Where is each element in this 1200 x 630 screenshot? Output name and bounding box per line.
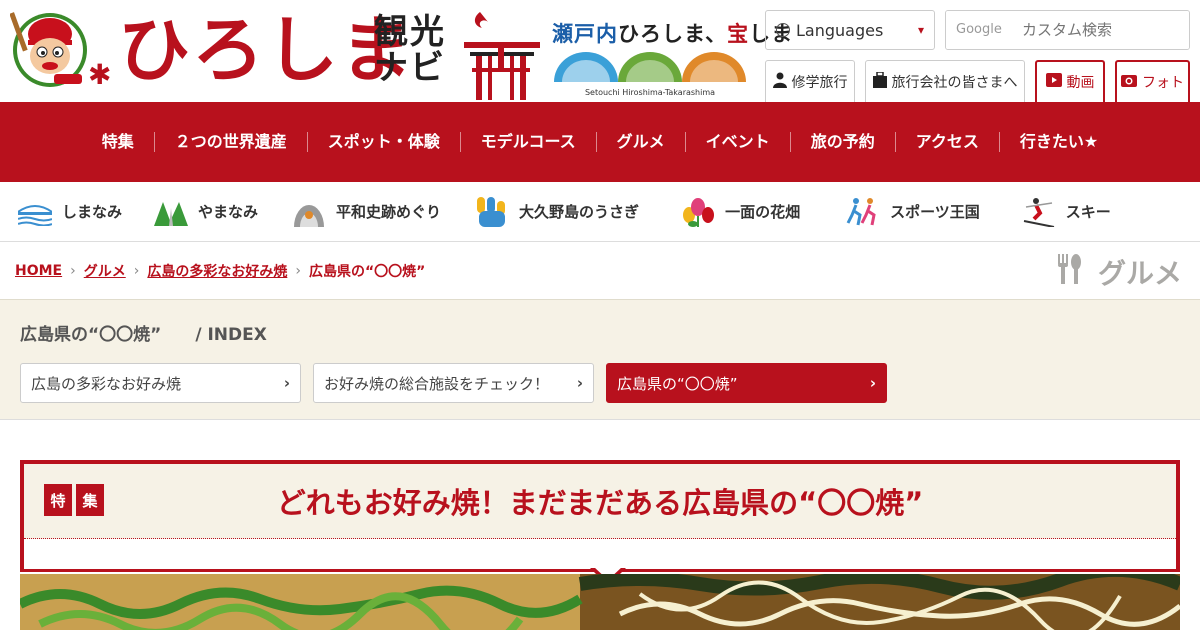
school-trip-label: 修学旅行 xyxy=(791,74,848,91)
subnav-label: スキー xyxy=(1065,203,1111,221)
breadcrumb-okonomiyaki-link[interactable]: 広島の多彩なお好み焼 xyxy=(147,261,287,281)
subnav-item-sports[interactable]: スポーツ王国 xyxy=(846,197,980,227)
breadcrumb-current: 広島県の“〇〇焼” xyxy=(308,263,426,280)
feature-divider xyxy=(24,538,1176,539)
subnav-label: 平和史跡めぐり xyxy=(336,203,442,221)
school-trip-button[interactable]: 修学旅行 xyxy=(765,60,855,102)
tulip-icon xyxy=(681,197,715,227)
subnav-item-yamanami[interactable]: やまなみ xyxy=(154,197,258,227)
languages-label: Languages xyxy=(796,20,884,40)
subnav-label: 大久野島のうさぎ xyxy=(519,203,640,221)
site-search: Google 検索 xyxy=(945,10,1190,50)
okonomiyaki-hero-image xyxy=(20,574,1180,630)
nav-item-world-heritage[interactable]: ２つの世界遺産 xyxy=(153,132,307,152)
chevron-right-icon: › xyxy=(869,374,876,392)
subnav-item-flower-fields[interactable]: 一面の花畑 xyxy=(681,197,800,227)
breadcrumb-separator: › xyxy=(133,262,140,279)
nav-item-tokushu[interactable]: 特集 xyxy=(82,132,154,152)
maple-leaf-icon: ✱ xyxy=(88,58,112,91)
torii-gate-icon xyxy=(462,8,542,100)
google-label: Google xyxy=(956,22,1002,37)
runners-icon xyxy=(846,197,880,227)
index-button-label: 広島の多彩なお好み焼 xyxy=(31,374,182,393)
index-heading: 広島県の“〇〇焼” / INDEX xyxy=(20,325,267,345)
nav-item-model-course[interactable]: モデルコース xyxy=(459,132,596,152)
site-header: ✱ ひろしま 観光ナビ 瀬戸内ひろしま、宝しま Setouchi Hiroshi… xyxy=(0,0,1200,102)
languages-select[interactable]: Languages ▾ xyxy=(765,10,935,50)
index-button-label: お好み焼の総合施設をチェック！ xyxy=(324,374,550,393)
feature-box-lower xyxy=(24,539,1176,569)
nav-item-access[interactable]: アクセス xyxy=(894,132,999,152)
mountain-road-icon xyxy=(154,197,189,227)
subnav-item-peace-sites[interactable]: 平和史跡めぐり xyxy=(292,197,441,227)
subnav-label: しまなみ xyxy=(62,203,123,221)
feature-title: どれもお好み焼！まだまだある広島県の“〇〇焼” xyxy=(276,486,924,520)
fork-knife-icon xyxy=(1056,253,1082,291)
setouchi-arches-icon xyxy=(554,52,746,82)
peace-dome-icon xyxy=(292,197,326,227)
site-logo-subtitle: 観光ナビ xyxy=(374,12,446,88)
nav-item-events[interactable]: イベント xyxy=(684,132,790,152)
breadcrumb-gourmet-link[interactable]: グルメ xyxy=(84,261,126,281)
index-section: 広島県の“〇〇焼” / INDEX 広島の多彩なお好み焼 › お好み焼の総合施設を… xyxy=(0,300,1200,420)
feature-title-box: 特 集 どれもお好み焼！まだまだある広島県の“〇〇焼” xyxy=(20,460,1180,586)
setouchi-takarashima-logo[interactable]: 瀬戸内ひろしま、宝しま Setouchi Hiroshima-Takarashi… xyxy=(552,18,792,98)
setouchi-subtitle: Setouchi Hiroshima-Takarashima xyxy=(584,88,716,97)
travel-agency-button[interactable]: 旅行会社の皆さまへ xyxy=(865,60,1025,102)
category-text: グルメ xyxy=(1097,257,1182,290)
subnav-label: スポーツ王国 xyxy=(890,203,980,221)
global-nav: 特集 ２つの世界遺産 スポット・体験 モデルコース グルメ イベント 旅の予約 … xyxy=(0,102,1200,182)
video-button[interactable]: 動画 xyxy=(1035,60,1105,102)
subnav-item-shimanami[interactable]: しまなみ xyxy=(18,197,122,227)
nav-item-gourmet[interactable]: グルメ xyxy=(595,132,685,152)
breadcrumb-separator: › xyxy=(295,262,301,279)
photo-label: フォト xyxy=(1142,75,1184,91)
photo-button[interactable]: フォト xyxy=(1115,60,1190,102)
video-label: 動画 xyxy=(1066,75,1095,91)
nav-item-spots[interactable]: スポット・体験 xyxy=(306,132,460,152)
breadcrumb: HOME › グルメ › 広島の多彩なお好み焼 › 広島県の“〇〇焼” グルメ xyxy=(0,242,1200,300)
person-icon xyxy=(772,72,787,92)
carp-mascot-logo[interactable] xyxy=(9,6,90,90)
index-button-current[interactable]: 広島県の“〇〇焼” › xyxy=(606,363,887,403)
category-label: グルメ xyxy=(1056,252,1182,292)
globe-icon xyxy=(776,23,790,37)
index-button-facilities[interactable]: お好み焼の総合施設をチェック！ › xyxy=(313,363,594,403)
travel-agency-label: 旅行会社の皆さまへ xyxy=(891,74,1018,91)
camera-icon xyxy=(1121,73,1137,91)
subnav-label: やまなみ xyxy=(198,203,259,221)
nav-item-booking[interactable]: 旅の予約 xyxy=(789,132,895,152)
chevron-right-icon: › xyxy=(283,374,290,392)
suitcase-icon xyxy=(872,70,887,92)
index-button-label: 広島県の“〇〇焼” xyxy=(617,374,738,393)
chevron-right-icon: › xyxy=(576,374,583,392)
theme-subnav: しまなみ やまなみ 平和史跡めぐり 大久野島のうさぎ 一面の花畑 スポーツ王国 xyxy=(0,182,1200,242)
bridge-icon xyxy=(18,197,52,227)
site-logo-text[interactable]: ひろしま xyxy=(118,8,414,92)
skier-icon xyxy=(1022,197,1056,227)
breadcrumb-home-link[interactable]: HOME xyxy=(15,263,62,279)
rabbit-icon xyxy=(475,196,509,227)
subnav-item-rabbit-island[interactable]: 大久野島のうさぎ xyxy=(475,196,640,227)
video-play-icon xyxy=(1045,73,1062,91)
nav-item-wishlist[interactable]: 行きたい★ xyxy=(998,132,1118,152)
subnav-label: 一面の花畑 xyxy=(725,203,801,221)
breadcrumb-separator: › xyxy=(70,262,76,279)
subnav-item-ski[interactable]: スキー xyxy=(1022,197,1111,227)
chevron-down-icon: ▾ xyxy=(917,23,924,37)
index-button-okonomiyaki-variety[interactable]: 広島の多彩なお好み焼 › xyxy=(20,363,301,403)
